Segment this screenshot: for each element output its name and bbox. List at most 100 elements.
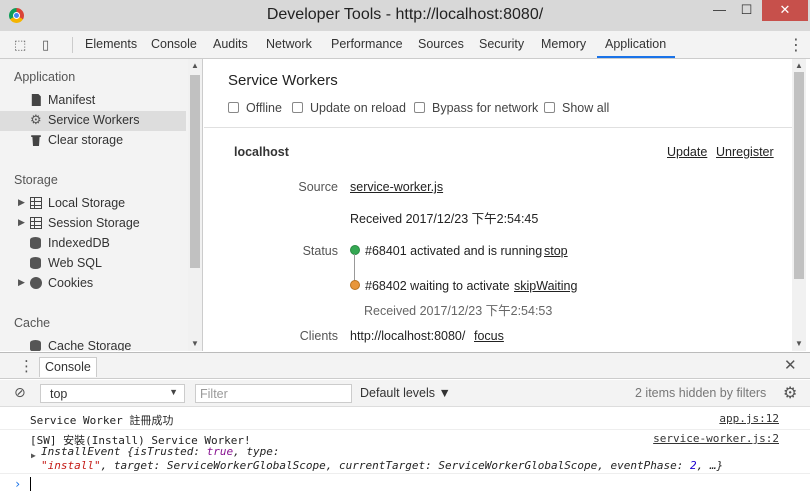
minimize-button[interactable]: — bbox=[706, 0, 733, 21]
tab-performance[interactable]: Performance bbox=[331, 37, 403, 51]
database-icon bbox=[30, 257, 41, 269]
cookie-icon bbox=[30, 277, 42, 289]
show-all-checkbox[interactable]: Show all bbox=[544, 101, 609, 115]
sidebar-item-web-sql[interactable]: Web SQL bbox=[0, 254, 186, 274]
source-file-link[interactable]: service-worker.js bbox=[350, 180, 443, 194]
sidebar-item-label: Cookies bbox=[48, 276, 94, 290]
file-icon bbox=[31, 94, 41, 106]
tab-security[interactable]: Security bbox=[479, 37, 524, 51]
sidebar-item-cookies[interactable]: ▶ Cookies bbox=[0, 274, 186, 294]
close-window-button[interactable]: ✕ bbox=[762, 0, 808, 21]
waiting-received-time: Received 2017/12/23 下午2:54:53 bbox=[364, 304, 553, 318]
scroll-down-arrow-icon[interactable]: ▼ bbox=[795, 339, 803, 348]
window-titlebar: Developer Tools - http://localhost:8080/… bbox=[0, 0, 810, 31]
toolbar-divider bbox=[72, 37, 73, 53]
devtools-tabbar: ⬚ ▯ Elements Console Audits Network Perf… bbox=[0, 31, 810, 59]
tab-application[interactable]: Application bbox=[605, 37, 666, 51]
sidebar-scrollbar[interactable]: ▲ ▼ bbox=[188, 59, 202, 351]
clients-label: Clients bbox=[299, 329, 338, 343]
event-text: , type: bbox=[233, 445, 280, 458]
inspect-element-icon[interactable]: ⬚ bbox=[14, 37, 26, 53]
offline-checkbox[interactable]: Offline bbox=[228, 101, 282, 115]
device-toolbar-icon[interactable]: ▯ bbox=[42, 37, 49, 53]
section-storage: Storage bbox=[14, 173, 58, 187]
sidebar-item-local-storage[interactable]: ▶ Local Storage bbox=[0, 194, 186, 214]
event-object-line1[interactable]: InstallEvent {isTrusted: true, type: bbox=[41, 445, 279, 458]
message-source-link[interactable]: service-worker.js:2 bbox=[653, 432, 779, 445]
sidebar-item-label: Service Workers bbox=[48, 113, 140, 127]
tab-elements[interactable]: Elements bbox=[85, 37, 137, 51]
expand-arrow-icon[interactable]: ▶ bbox=[18, 217, 25, 228]
checkbox-box[interactable] bbox=[292, 102, 303, 113]
scroll-down-arrow-icon[interactable]: ▼ bbox=[191, 339, 199, 348]
event-text: , target: ServiceWorkerGlobalScope, curr… bbox=[100, 459, 691, 472]
bypass-for-network-checkbox[interactable]: Bypass for network bbox=[414, 101, 538, 115]
hidden-items-text: 2 items hidden by filters bbox=[635, 386, 767, 400]
window-title: Developer Tools - http://localhost:8080/ bbox=[266, 6, 544, 23]
tab-memory[interactable]: Memory bbox=[541, 37, 586, 51]
drawer-menu-icon[interactable]: ⋮ bbox=[19, 357, 34, 375]
waiting-status-text: #68402 waiting to activate bbox=[365, 279, 510, 293]
checkbox-box[interactable] bbox=[414, 102, 425, 113]
unregister-link[interactable]: Unregister bbox=[716, 145, 774, 159]
skip-waiting-link[interactable]: skipWaiting bbox=[514, 279, 577, 293]
drawer-tabbar: ⋮ Console ✕ bbox=[0, 352, 810, 379]
expand-arrow-icon[interactable]: ▶ bbox=[18, 277, 25, 288]
event-object-line2[interactable]: "install", target: ServiceWorkerGlobalSc… bbox=[41, 459, 723, 472]
update-link[interactable]: Update bbox=[667, 145, 707, 159]
source-label: Source bbox=[298, 180, 338, 194]
more-options-icon[interactable]: ⋮ bbox=[788, 35, 804, 55]
checkbox-box[interactable] bbox=[228, 102, 239, 113]
sidebar-item-indexeddb[interactable]: IndexedDB bbox=[0, 234, 186, 254]
message-source-link[interactable]: app.js:12 bbox=[719, 412, 779, 425]
focus-link[interactable]: focus bbox=[474, 329, 504, 343]
tab-sources[interactable]: Sources bbox=[418, 37, 464, 51]
checkbox-box[interactable] bbox=[544, 102, 555, 113]
table-icon bbox=[30, 217, 42, 229]
console-message: [SW] 安裝(Install) Service Worker! service… bbox=[0, 430, 810, 474]
sidebar-item-cache-storage[interactable]: Cache Storage bbox=[0, 337, 186, 351]
filter-input[interactable]: Filter bbox=[195, 384, 352, 403]
scroll-up-arrow-icon[interactable]: ▲ bbox=[795, 61, 803, 70]
sidebar-item-label: Clear storage bbox=[48, 133, 124, 147]
received-time: Received 2017/12/23 下午2:54:45 bbox=[350, 212, 539, 226]
origin-heading: localhost bbox=[234, 145, 289, 159]
chevron-down-icon: ▼ bbox=[169, 387, 178, 397]
context-select[interactable]: top ▼ bbox=[40, 384, 185, 403]
clear-console-icon[interactable]: ⊘ bbox=[14, 384, 26, 401]
sidebar-item-service-workers[interactable]: ⚙ Service Workers bbox=[0, 111, 186, 131]
table-icon bbox=[30, 197, 42, 209]
checkbox-label: Bypass for network bbox=[432, 101, 539, 115]
close-drawer-icon[interactable]: ✕ bbox=[784, 356, 797, 374]
main-scrollbar[interactable]: ▲ ▼ bbox=[792, 59, 806, 351]
tab-console[interactable]: Console bbox=[151, 37, 197, 51]
console-input[interactable] bbox=[30, 477, 31, 491]
main-scroll-thumb[interactable] bbox=[794, 72, 804, 279]
status-label: Status bbox=[302, 244, 338, 258]
console-toolbar: ⊘ top ▼ Filter Default levels ▼ 2 items … bbox=[0, 380, 810, 407]
log-levels-dropdown[interactable]: Default levels ▼ bbox=[360, 386, 451, 400]
tab-audits[interactable]: Audits bbox=[213, 37, 248, 51]
scroll-up-arrow-icon[interactable]: ▲ bbox=[191, 61, 199, 70]
sidebar-item-manifest[interactable]: Manifest bbox=[0, 91, 186, 111]
sidebar-item-label: Session Storage bbox=[48, 216, 140, 230]
active-status-dot bbox=[350, 245, 360, 255]
sidebar-item-label: Manifest bbox=[48, 93, 96, 107]
sidebar-item-clear-storage[interactable]: Clear storage bbox=[0, 131, 186, 151]
waiting-status-dot bbox=[350, 280, 360, 290]
console-settings-gear-icon[interactable]: ⚙ bbox=[783, 383, 797, 403]
update-on-reload-checkbox[interactable]: Update on reload bbox=[292, 101, 406, 115]
console-output: Service Worker 註冊成功 app.js:12 [SW] 安裝(In… bbox=[0, 408, 810, 494]
sidebar-scroll-thumb[interactable] bbox=[190, 75, 200, 268]
section-application: Application bbox=[14, 70, 76, 84]
expand-arrow-icon[interactable]: ▶ bbox=[18, 197, 25, 208]
maximize-button[interactable]: ☐ bbox=[733, 0, 760, 21]
sidebar-item-session-storage[interactable]: ▶ Session Storage bbox=[0, 214, 186, 234]
message-text: Service Worker 註冊成功 bbox=[30, 414, 174, 427]
stop-link[interactable]: stop bbox=[544, 244, 568, 258]
tab-network[interactable]: Network bbox=[266, 37, 312, 51]
event-number: 2 bbox=[690, 459, 697, 472]
database-icon bbox=[30, 340, 41, 351]
expand-object-arrow-icon[interactable]: ▶ bbox=[31, 451, 36, 460]
drawer-tab-console[interactable]: Console bbox=[39, 357, 97, 377]
